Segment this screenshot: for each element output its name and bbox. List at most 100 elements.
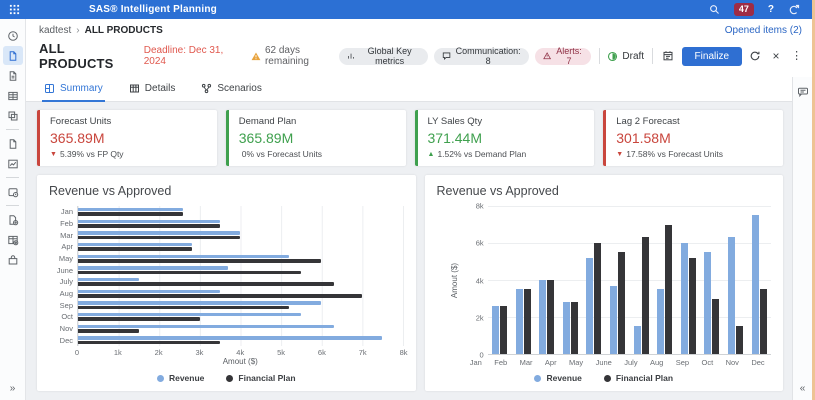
legend-item-financial-plan[interactable]: Financial Plan xyxy=(226,373,295,383)
axis-category-label: May xyxy=(569,358,583,368)
kpi-card-ly-sales-qty: LY Sales Qty 371.44M ▲ 1.52% vs Demand P… xyxy=(415,110,595,166)
recents-icon[interactable] xyxy=(3,26,23,45)
copy-stack-icon[interactable] xyxy=(3,106,23,125)
plan-document-icon[interactable] xyxy=(3,46,23,65)
bar-revenue xyxy=(704,252,711,354)
kpi-card-demand-plan: Demand Plan 365.89M 0% vs Forecast Units xyxy=(226,110,406,166)
secured-package-icon[interactable] xyxy=(3,250,23,269)
kpi-value: 371.44M xyxy=(428,130,585,146)
tab-details[interactable]: Details xyxy=(127,79,178,102)
left-sidebar: » xyxy=(0,19,26,400)
kpi-delta-text: 5.39% vs FP Qty xyxy=(60,149,124,159)
bar-revenue xyxy=(539,280,546,354)
axis-category-label: Feb xyxy=(49,218,73,230)
header-actions: Global Key metrics Communication: 8 Aler… xyxy=(339,47,804,66)
bar-financial-plan xyxy=(78,212,183,216)
table-settings-icon[interactable] xyxy=(3,230,23,249)
legend-item-revenue[interactable]: Revenue xyxy=(157,373,204,383)
notification-badge[interactable]: 47 xyxy=(734,3,754,16)
comments-panel-icon[interactable] xyxy=(797,86,809,98)
bar-revenue xyxy=(610,286,617,354)
bar-group-oct xyxy=(704,206,719,354)
bar-revenue xyxy=(78,266,228,270)
breadcrumb-parent-link[interactable]: kadtest xyxy=(39,25,71,36)
bar-revenue xyxy=(78,231,240,235)
bar-financial-plan xyxy=(78,271,301,275)
close-button[interactable]: × xyxy=(769,47,784,65)
bar-group-feb xyxy=(516,206,531,354)
kpi-delta-text: 0% vs Forecast Units xyxy=(242,149,322,159)
axis-category-label: Aug xyxy=(650,358,663,368)
data-table-icon[interactable] xyxy=(3,86,23,105)
app-window: SAS® Intelligent Planning 47 ? xyxy=(0,0,812,400)
axis-tick-label: 8k xyxy=(476,202,484,211)
axis-tick-label: 2k xyxy=(476,313,484,322)
global-key-metrics-button[interactable]: Global Key metrics xyxy=(339,48,428,65)
axis-category-label: Nov xyxy=(49,323,73,335)
file-icon[interactable] xyxy=(3,134,23,153)
vchart-plot xyxy=(488,206,771,355)
kebab-menu-button[interactable]: ⋮ xyxy=(789,47,804,65)
bar-financial-plan xyxy=(78,329,139,333)
charts-row: Revenue vs Approved JanFebMarAprMayJuneJ… xyxy=(37,175,783,391)
tab-scenarios[interactable]: Scenarios xyxy=(199,79,263,102)
comment-icon xyxy=(442,51,451,61)
bar-revenue xyxy=(563,302,570,354)
bar-revenue xyxy=(78,290,220,294)
document-settings-icon[interactable] xyxy=(3,210,23,229)
apps-grid-icon[interactable] xyxy=(9,4,20,15)
axis-category-label: Sep xyxy=(49,299,73,311)
trend-down-icon: ▼ xyxy=(50,151,57,158)
bar-revenue xyxy=(78,243,192,247)
axis-category-label: Jan xyxy=(49,206,73,218)
topbar-actions: 47 ? xyxy=(709,3,800,16)
axis-category-label: July xyxy=(624,358,637,368)
bar-financial-plan xyxy=(594,243,601,354)
axis-category-label: Oct xyxy=(702,358,714,368)
summary-content: Forecast Units 365.89M ▼ 5.39% vs FP Qty… xyxy=(26,102,792,400)
axis-category-label: Mar xyxy=(49,229,73,241)
app-launch-icon[interactable] xyxy=(788,4,800,16)
package-history-icon[interactable] xyxy=(3,182,23,201)
bar-financial-plan xyxy=(712,299,719,355)
opened-items-link[interactable]: Opened items (2) xyxy=(725,25,802,36)
calendar-button[interactable] xyxy=(661,47,676,65)
breadcrumb: kadtest › ALL PRODUCTS Opened items (2) xyxy=(26,19,812,38)
tab-summary[interactable]: Summary xyxy=(42,79,105,102)
search-icon[interactable] xyxy=(709,4,720,15)
bar-group-apr xyxy=(78,241,403,253)
help-icon[interactable]: ? xyxy=(768,4,774,15)
report-document-icon[interactable] xyxy=(3,66,23,85)
axis-category-label: Jan xyxy=(470,358,482,368)
alerts-button[interactable]: Alerts: 7 xyxy=(535,48,591,65)
bar-revenue xyxy=(492,306,499,354)
sidebar-expand-chevron[interactable]: » xyxy=(10,383,16,394)
bar-group-nov xyxy=(78,323,403,335)
communication-button[interactable]: Communication: 8 xyxy=(434,48,529,65)
kpi-value: 365.89M xyxy=(239,130,396,146)
bar-financial-plan xyxy=(760,289,767,354)
bar-group-may xyxy=(586,206,601,354)
chart-title: Revenue vs Approved xyxy=(49,184,404,198)
bar-group-july xyxy=(634,206,649,354)
legend-item-financial-plan[interactable]: Financial Plan xyxy=(604,373,673,383)
analytics-chart-icon[interactable] xyxy=(3,154,23,173)
bar-group-dec xyxy=(78,334,403,346)
draft-status[interactable]: Draft xyxy=(607,51,644,62)
refresh-icon xyxy=(749,50,761,62)
bar-financial-plan xyxy=(78,236,240,240)
metrics-icon xyxy=(347,51,355,61)
axis-tick-label: 0 xyxy=(75,348,79,357)
bar-financial-plan xyxy=(642,237,649,354)
legend-item-revenue[interactable]: Revenue xyxy=(534,373,581,383)
lower-area: Summary Details Scenarios xyxy=(26,77,812,400)
warning-triangle-icon xyxy=(251,51,261,62)
kpi-delta: ▼ 17.58% vs Forecast Units xyxy=(616,149,773,159)
topbar: SAS® Intelligent Planning 47 ? xyxy=(0,0,812,19)
axis-category-label: June xyxy=(596,358,612,368)
axis-tick-label: 5k xyxy=(277,348,285,357)
refresh-button[interactable] xyxy=(748,47,763,65)
finalize-button[interactable]: Finalize xyxy=(682,47,742,66)
right-panel-collapse-chevron[interactable]: « xyxy=(800,383,806,394)
vchart-legend: Revenue Financial Plan xyxy=(437,368,771,386)
